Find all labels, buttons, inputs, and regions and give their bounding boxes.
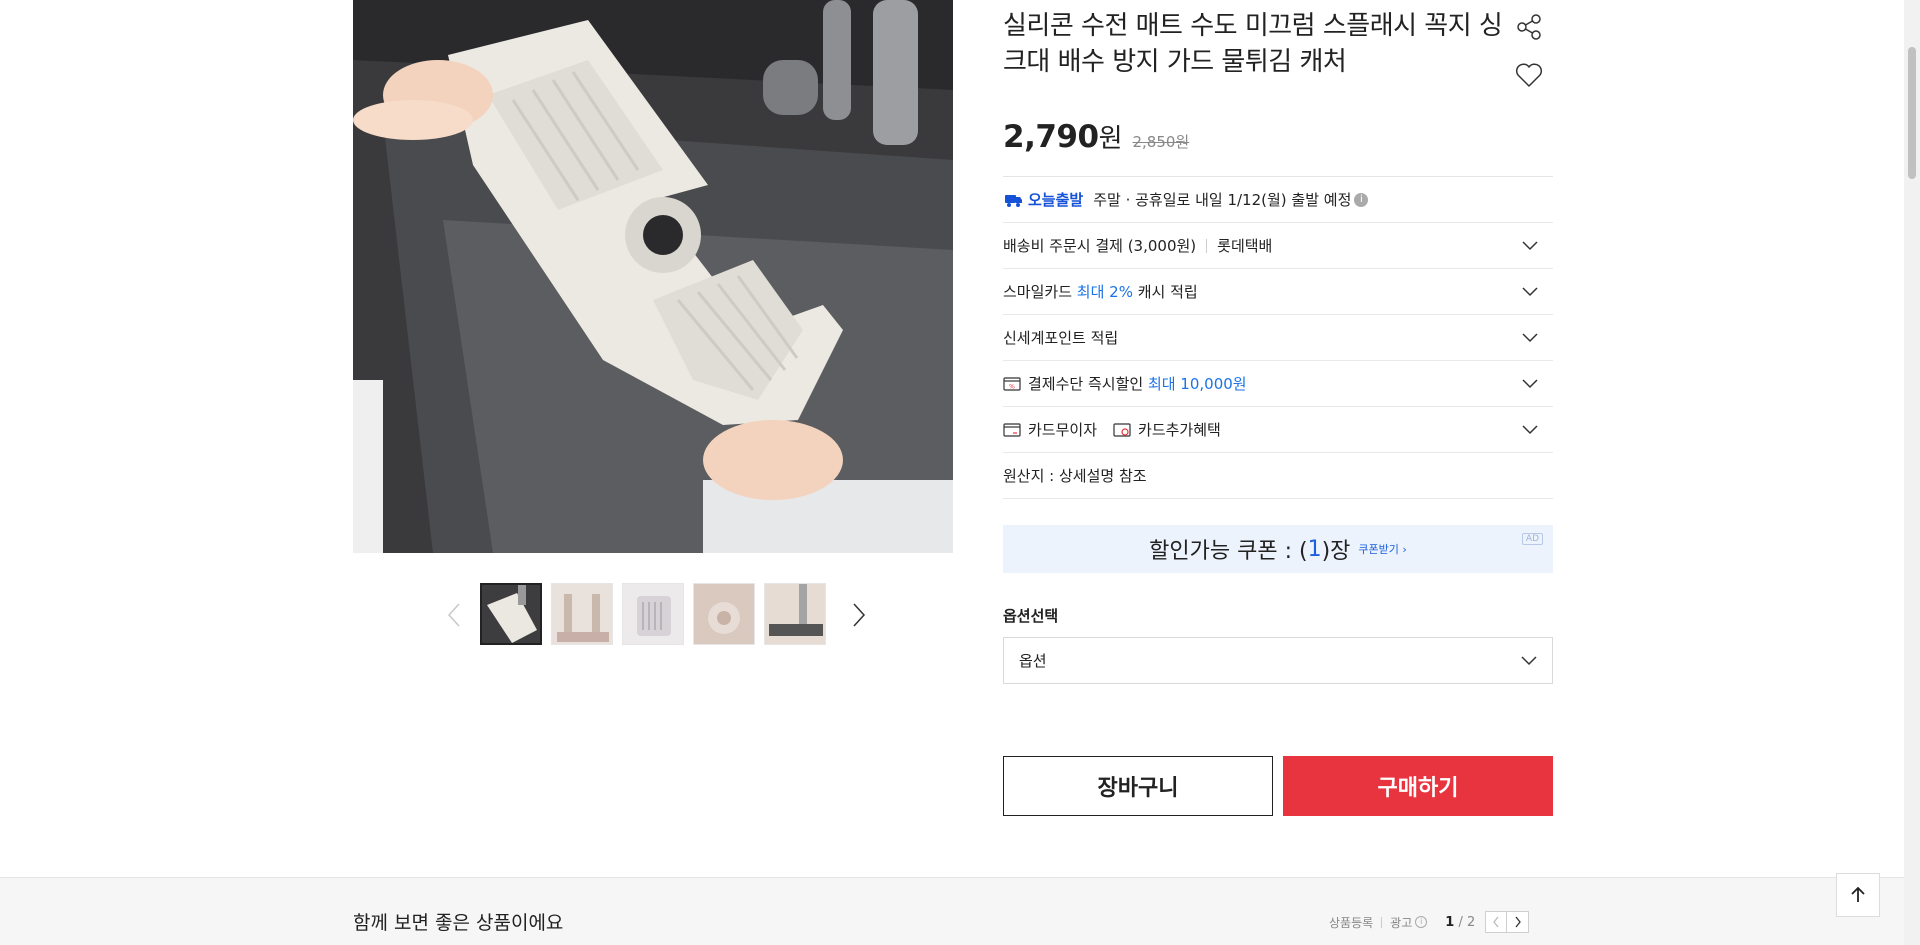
scroll-to-top-button[interactable] — [1836, 873, 1880, 917]
thumbnail-prev-button[interactable] — [442, 600, 466, 630]
thumbnail-2[interactable] — [551, 583, 613, 645]
page-current: 1 — [1445, 914, 1455, 930]
scrollbar-thumb[interactable] — [1908, 47, 1916, 179]
option-select[interactable]: 옵션 — [1003, 637, 1553, 684]
register-product-link[interactable]: 상품등록 — [1329, 914, 1373, 931]
chevron-down-icon — [1521, 655, 1537, 665]
card-interest-free: 카드무이자 — [1028, 421, 1098, 439]
smile-card-prefix: 스마일카드 — [1003, 283, 1077, 301]
shipping-fee-text: 배송비 주문시 결제 (3,000원) — [1003, 237, 1197, 255]
chevron-down-icon — [1522, 240, 1538, 250]
page-scrollbar[interactable] — [1904, 0, 1920, 945]
chevron-right-icon — [853, 603, 866, 627]
thumbnail-strip — [480, 583, 826, 645]
chevron-down-icon — [1522, 286, 1538, 296]
coupon-download-link[interactable]: 쿠폰받기 › — [1358, 541, 1406, 557]
info-icon[interactable]: i — [1415, 916, 1428, 928]
instant-discount-row[interactable]: % 결제수단 즉시할인 최대 10,000원 — [1003, 361, 1553, 407]
page-prev-button[interactable] — [1485, 911, 1508, 933]
buy-now-button[interactable]: 구매하기 — [1283, 756, 1553, 816]
chevron-down-icon — [1522, 332, 1538, 342]
recommendation-controls: 상품등록 광고 i 1 / 2 — [1329, 911, 1530, 933]
chevron-down-icon — [1522, 424, 1538, 434]
pager: 1 / 2 — [1445, 911, 1530, 933]
truck-icon — [1005, 194, 1022, 207]
ad-badge: AD — [1521, 533, 1543, 545]
divider — [1206, 238, 1208, 253]
chevron-left-icon — [447, 603, 460, 627]
svg-text:%: % — [1009, 383, 1015, 390]
page-total: / 2 — [1454, 914, 1476, 930]
main-product-image[interactable] — [353, 0, 953, 553]
share-button[interactable] — [1514, 12, 1544, 42]
shinsegae-point-text: 신세계포인트 적립 — [1003, 329, 1119, 347]
chevron-down-icon — [1522, 378, 1538, 388]
card-benefit-icon — [1113, 422, 1131, 437]
smile-card-row[interactable]: 스마일카드 최대 2% 캐시 적립 — [1003, 269, 1553, 315]
card-icon — [1003, 422, 1021, 437]
info-icon[interactable]: i — [1354, 192, 1369, 207]
origin-text: 원산지 : 상세설명 참조 — [1003, 467, 1147, 485]
add-to-cart-button[interactable]: 장바구니 — [1003, 756, 1273, 816]
origin-row: 원산지 : 상세설명 참조 — [1003, 453, 1553, 499]
thumbnail-3[interactable] — [622, 583, 684, 645]
chevron-left-icon — [1493, 916, 1499, 928]
benefit-list: 오늘출발 주말 · 공휴일로 내일 1/12(월) 출발 예정 i 배송비 주문… — [1003, 176, 1553, 499]
today-shipping-text: 주말 · 공휴일로 내일 1/12(월) 출발 예정 — [1093, 191, 1352, 209]
thumbnail-next-button[interactable] — [847, 600, 871, 630]
chevron-right-icon — [1515, 916, 1521, 928]
favorite-button[interactable] — [1514, 60, 1544, 90]
thumbnail-4[interactable] — [693, 583, 755, 645]
instant-discount-prefix: 결제수단 즉시할인 — [1028, 375, 1148, 393]
divider — [1381, 916, 1383, 928]
discount-icon: % — [1003, 376, 1021, 391]
smile-card-suffix: 캐시 적립 — [1132, 283, 1198, 301]
card-benefit-row[interactable]: 카드무이자 카드추가혜택 — [1003, 407, 1553, 453]
option-selected-value: 옵션 — [1019, 652, 1047, 670]
page-next-button[interactable] — [1507, 911, 1530, 933]
coupon-count: 1 — [1307, 536, 1322, 562]
share-icon — [1517, 14, 1541, 40]
today-shipping-label: 오늘출발 — [1028, 191, 1084, 209]
option-label: 옵션선택 — [1003, 607, 1059, 625]
product-title: 실리콘 수전 매트 수도 미끄럼 스플래시 꼭지 싱크대 배수 방지 가드 물튀… — [1003, 11, 1503, 77]
coupon-suffix: )장 — [1321, 539, 1351, 564]
shinsegae-point-row[interactable]: 신세계포인트 적립 — [1003, 315, 1553, 361]
ad-label: 광고 — [1390, 915, 1413, 930]
price-row: 2,790원 2,850원 — [1003, 118, 1189, 155]
arrow-up-icon — [1851, 886, 1865, 902]
today-shipping-row: 오늘출발 주말 · 공휴일로 내일 1/12(월) 출발 예정 i — [1003, 177, 1553, 223]
thumbnail-5[interactable] — [764, 583, 826, 645]
courier-name: 롯데택배 — [1217, 237, 1273, 255]
shipping-fee-row[interactable]: 배송비 주문시 결제 (3,000원) 롯데택배 — [1003, 223, 1553, 269]
heart-icon — [1515, 63, 1543, 87]
thumbnail-1[interactable] — [480, 583, 542, 645]
recommendation-section: 함께 보면 좋은 상품이에요 상품등록 광고 i 1 / 2 — [0, 877, 1904, 945]
coupon-banner[interactable]: 할인가능 쿠폰 : (1)장 쿠폰받기 › AD — [1003, 525, 1553, 573]
smile-card-highlight: 최대 2% — [1076, 283, 1133, 301]
coupon-prefix: 할인가능 쿠폰 : ( — [1149, 539, 1308, 564]
sale-price: 2,790원 — [1003, 119, 1123, 155]
instant-discount-highlight: 최대 10,000원 — [1147, 375, 1247, 393]
recommendation-title: 함께 보면 좋은 상품이에요 — [353, 912, 564, 934]
card-extra-benefit: 카드추가혜택 — [1138, 421, 1221, 439]
original-price: 2,850원 — [1132, 133, 1190, 151]
